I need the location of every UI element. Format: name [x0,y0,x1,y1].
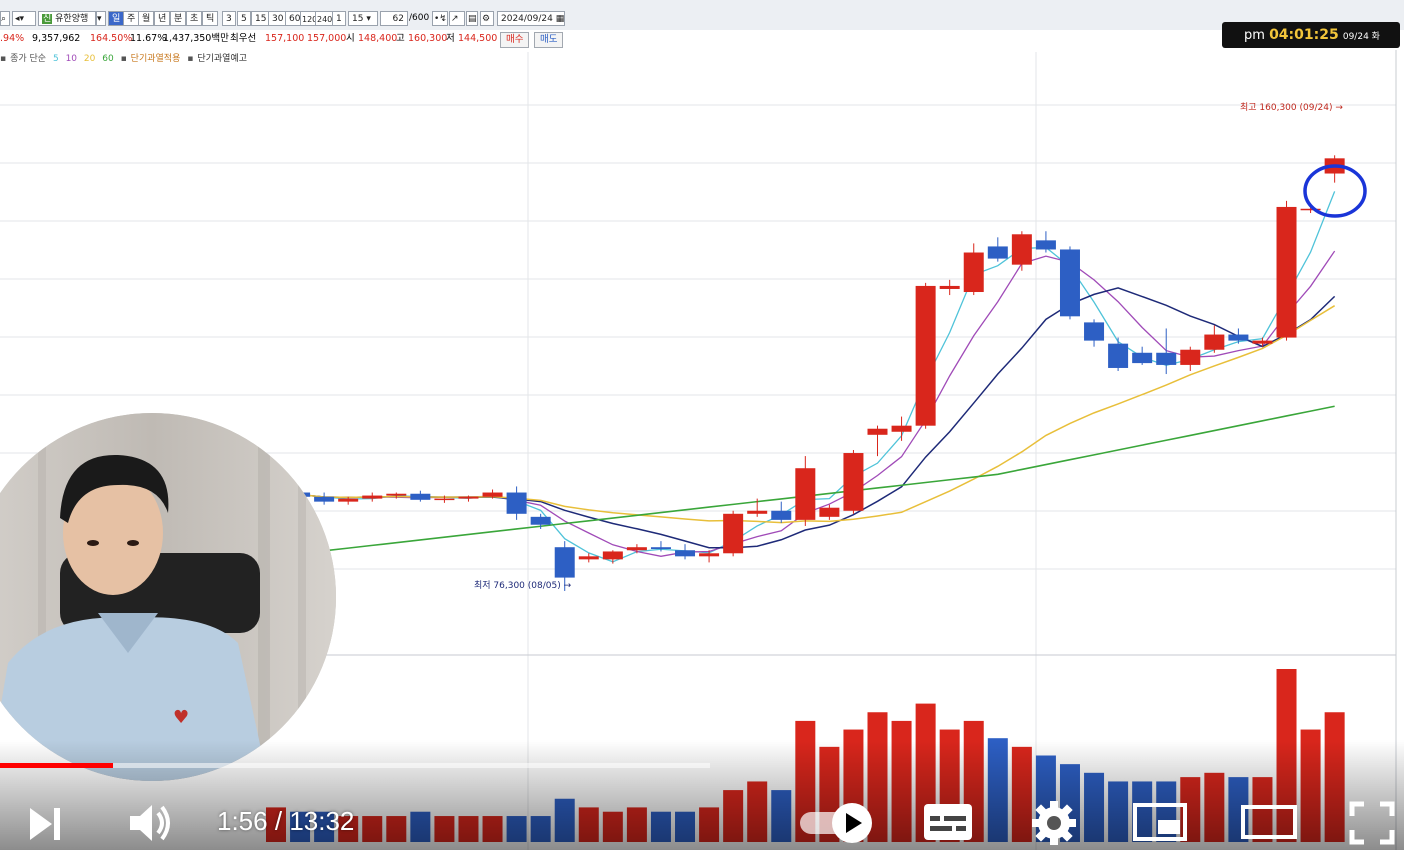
candle-body [530,516,551,525]
next-icon[interactable] [26,804,66,844]
candle-body [1180,349,1201,365]
candle-body [386,493,407,496]
candle-body [747,510,768,514]
progress-played[interactable] [0,763,113,768]
candle-body [650,547,671,550]
time-display: 1:56 / 13:32 [217,806,354,837]
candle-body [482,492,503,497]
candle-body [1276,206,1297,338]
candle-body [915,285,936,426]
candle-body [1108,343,1129,368]
candle-body [987,246,1008,259]
candle-body [819,507,840,517]
candle [410,490,431,502]
candle [506,486,527,520]
candle [578,553,599,563]
candle-body [1252,340,1273,344]
candle [1204,325,1225,353]
theater-mode-icon[interactable] [1240,804,1298,840]
candle [675,544,696,560]
low-annotation: 최저 76,300 (08/05) → [474,580,572,591]
current-time: 1:56 [217,806,268,836]
candle-body [1035,240,1056,250]
candle [1324,155,1345,183]
candle-body [1156,352,1177,365]
candle [987,237,1008,262]
candle [626,544,647,554]
candle [867,425,888,457]
candle-body [1132,352,1153,364]
candle [939,279,960,296]
candle-body [410,493,431,500]
duration: 13:32 [289,806,355,836]
candle-body [458,496,479,499]
candle-body [699,553,720,557]
candle [1276,200,1297,341]
video-player-controls: 1:56 / 13:32 [0,740,1404,850]
candle-body [1059,249,1080,317]
candle [771,501,792,523]
candle [602,550,623,564]
high-annotation: 최고 160,300 (09/24) → [1240,102,1343,113]
candle [1084,319,1105,347]
candle-body [963,252,984,293]
candle-body [434,498,455,501]
candle-body [723,513,744,554]
settings-gear-icon[interactable] [1030,800,1078,846]
candle [1011,231,1032,271]
candle-body [795,468,816,520]
candle [795,456,816,526]
candle-body [626,547,647,551]
candle [963,243,984,296]
candle [915,282,936,429]
candle-body [1228,334,1249,341]
candle [362,492,383,502]
time-separator: / [274,806,283,836]
candle-body [1011,234,1032,265]
clock-widget: pm 04:01:25 09/24 화 [1222,22,1400,48]
candle-body [314,496,335,502]
miniplayer-icon[interactable] [1132,802,1188,842]
candle-body [771,510,792,520]
fullscreen-icon[interactable] [1348,800,1396,846]
volume-icon[interactable] [128,802,174,844]
candle-body [506,492,527,514]
candle-body [675,550,696,557]
candle-body [891,425,912,432]
candle-body [602,551,623,560]
candle [1156,328,1177,375]
candle [1132,346,1153,365]
candle-body [578,556,599,560]
candle-body [939,285,960,289]
candle [843,449,864,514]
candle [1035,231,1056,253]
autoplay-toggle[interactable] [800,802,900,844]
candle [1108,337,1129,371]
candle-body [554,547,575,578]
candle-body [843,453,864,511]
candle-body [338,498,359,502]
svg-text:♥: ♥ [173,707,189,728]
subtitles-icon[interactable] [922,802,974,842]
controls-gradient [0,740,1404,850]
candle [314,492,335,505]
candle [723,510,744,557]
clock-ampm: pm [1244,28,1265,43]
clock-date: 09/24 화 [1342,32,1380,42]
candle [1059,246,1080,320]
clock-time: 04:01:25 [1269,27,1339,43]
candle-body [867,428,888,435]
candle-body [362,495,383,499]
candle [1180,346,1201,371]
candle-body [1204,334,1225,350]
candle-body [1084,322,1105,341]
